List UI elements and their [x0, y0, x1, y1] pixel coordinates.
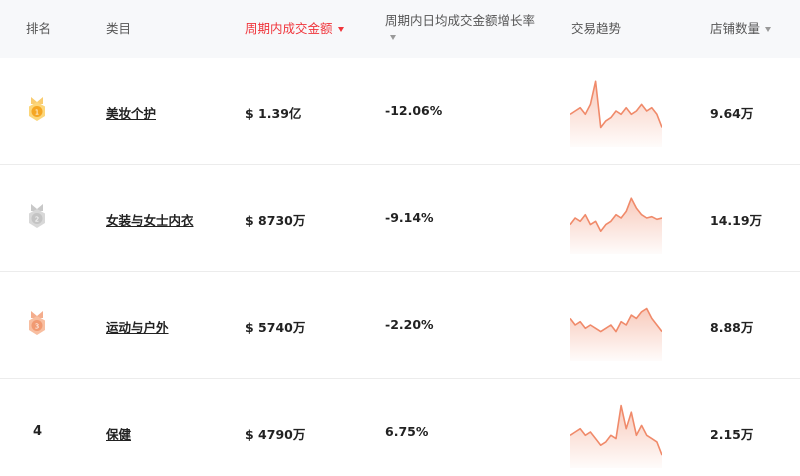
header-amount-label: 周期内成交金额 — [245, 21, 333, 36]
trend-area — [570, 198, 662, 254]
trend-sparkline — [570, 404, 662, 468]
category-link[interactable]: 保健 — [106, 424, 131, 443]
header-rank: 排名 — [26, 21, 52, 36]
gold-medal-icon: 1 — [29, 97, 45, 121]
silver-medal-icon: 2 — [29, 204, 45, 228]
rank-number: 4 — [33, 424, 43, 439]
svg-text:3: 3 — [35, 323, 39, 331]
svg-text:2: 2 — [35, 216, 39, 224]
shops-value: 9.64万 — [710, 106, 754, 121]
sort-caret-icon — [765, 27, 772, 32]
table-row[interactable]: 1 美妆个护 $ 1.39亿 -12.06% 9.64万 — [0, 58, 800, 165]
shops-value: 8.88万 — [710, 320, 754, 335]
growth-value: -9.14% — [385, 210, 434, 225]
shops-value: 2.15万 — [710, 427, 754, 442]
trend-sparkline — [570, 197, 662, 254]
category-link[interactable]: 美妆个护 — [106, 103, 156, 122]
bronze-medal-icon: 3 — [29, 311, 45, 335]
shops-value: 14.19万 — [710, 213, 763, 228]
header-growth-label: 周期内日均成交金额增长率 — [385, 13, 536, 28]
header-shops-sort[interactable]: 店铺数量 — [710, 21, 772, 37]
trend-sparkline — [570, 307, 662, 361]
amount-value: $ 5740万 — [245, 320, 306, 335]
amount-value: $ 4790万 — [245, 427, 306, 442]
table-header: 排名 类目 周期内成交金额 周期内日均成交金额增长率 交易趋势 店铺数量 — [0, 0, 800, 58]
trend-sparkline — [570, 80, 662, 147]
category-link[interactable]: 运动与户外 — [106, 317, 169, 336]
header-growth-sort[interactable]: 周期内日均成交金额增长率 — [385, 13, 535, 45]
sort-desc-icon — [337, 27, 344, 32]
trend-area — [570, 308, 662, 361]
table-row[interactable]: 4 保健 $ 4790万 6.75% 2.15万 — [0, 379, 800, 476]
growth-value: -2.20% — [385, 317, 434, 332]
trend-area — [570, 81, 662, 147]
table-row[interactable]: 3 运动与户外 $ 5740万 -2.20% 8.88万 — [0, 272, 800, 379]
sort-caret-icon — [390, 35, 396, 40]
header-amount-sort[interactable]: 周期内成交金额 — [245, 21, 344, 37]
header-trend: 交易趋势 — [571, 21, 622, 36]
svg-text:1: 1 — [35, 109, 39, 117]
header-shops-label: 店铺数量 — [710, 21, 761, 36]
growth-value: 6.75% — [385, 424, 429, 439]
amount-value: $ 1.39亿 — [245, 106, 302, 121]
table-row[interactable]: 2 女装与女士内衣 $ 8730万 -9.14% 14.19万 — [0, 165, 800, 272]
amount-value: $ 8730万 — [245, 213, 306, 228]
category-link[interactable]: 女装与女士内衣 — [106, 210, 194, 229]
header-category: 类目 — [106, 21, 132, 36]
growth-value: -12.06% — [385, 103, 443, 118]
